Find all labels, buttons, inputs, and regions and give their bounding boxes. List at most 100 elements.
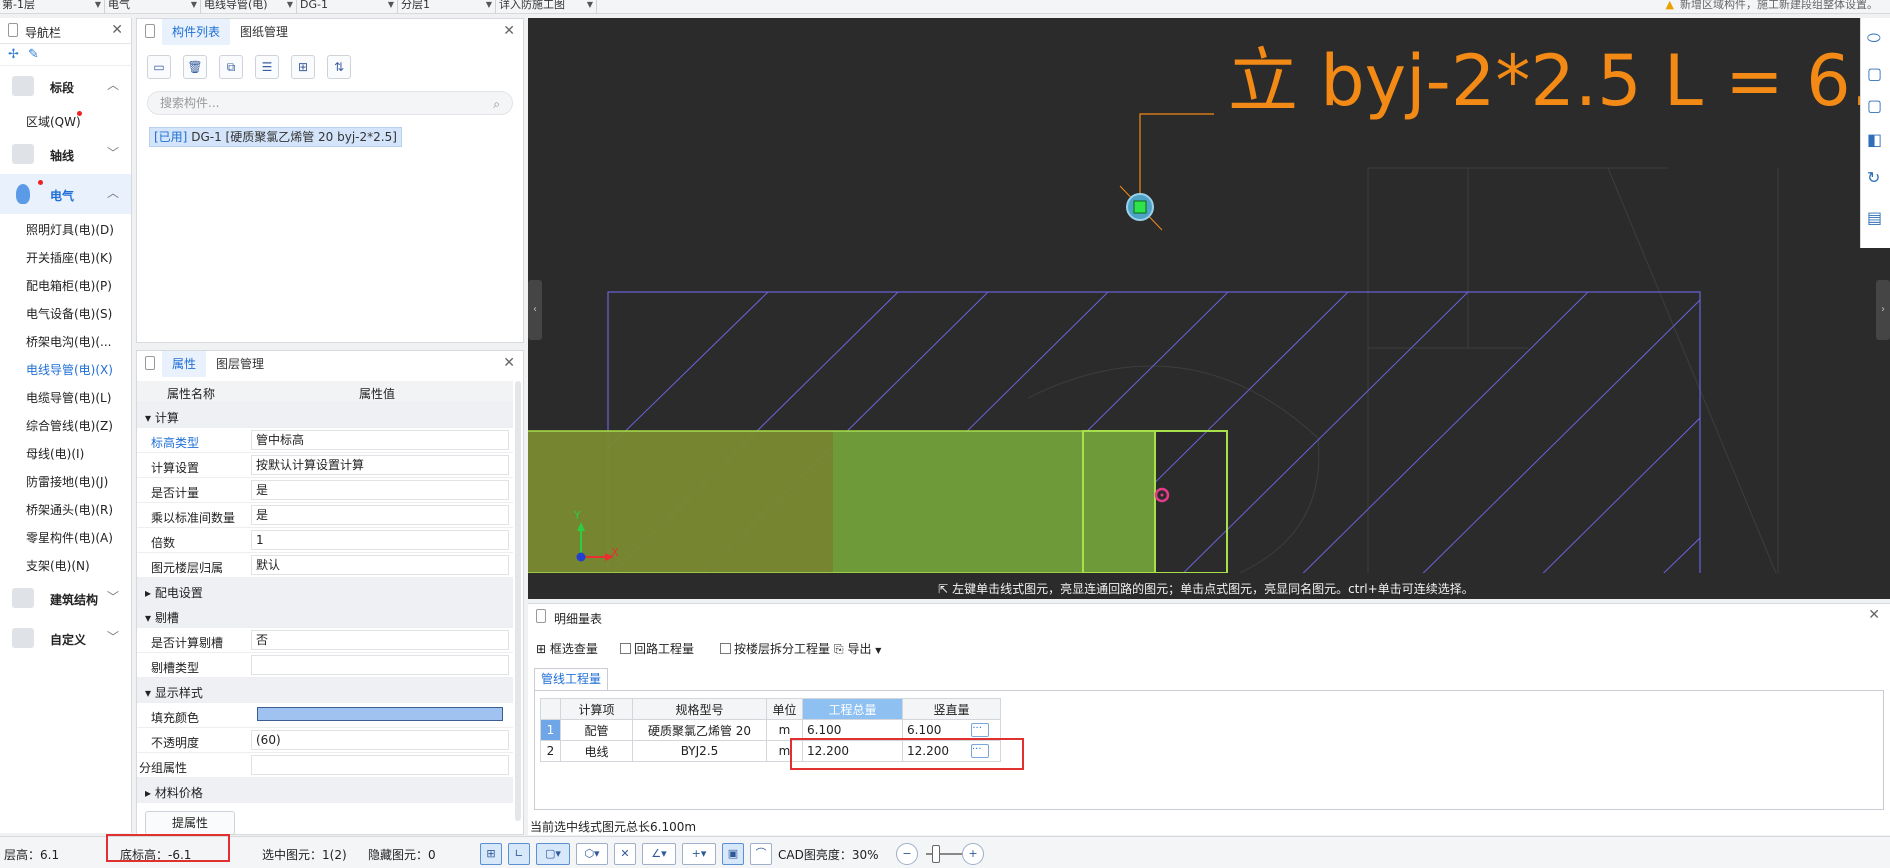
nav-item-tray-joint[interactable]: 桥架通头(电)(R) — [0, 494, 131, 522]
edit-icon[interactable]: ✎ — [28, 47, 39, 62]
extract-property-button[interactable]: 提属性 — [145, 811, 235, 835]
floor-select[interactable]: 第-1层 ▼ — [0, 0, 105, 13]
chevron-up-icon[interactable]: ︿ — [107, 184, 119, 201]
nav-item-bracket[interactable]: 支架(电)(N) — [0, 550, 131, 578]
nav-item-cable-conduit[interactable]: 电缆导管(电)(L) — [0, 382, 131, 410]
cube-view-icon[interactable]: ▢ — [1867, 96, 1882, 115]
pin-icon[interactable] — [8, 23, 18, 37]
property-group-calc[interactable]: ▾ 计算 — [137, 403, 513, 428]
nav-group-structure[interactable]: 建筑结构 ﹀ — [0, 578, 131, 618]
close-icon[interactable]: ✕ — [503, 355, 515, 371]
view-2d-icon[interactable]: ⬭ — [1867, 28, 1881, 48]
chevron-down-icon[interactable]: ﹀ — [107, 144, 119, 161]
property-value-field[interactable]: 否 — [251, 630, 509, 650]
close-icon[interactable]: ✕ — [111, 22, 123, 38]
chevron-down-icon[interactable]: ﹀ — [107, 628, 119, 645]
list-icon[interactable]: ☰ — [255, 55, 279, 79]
tab-property[interactable]: 属性 — [162, 351, 207, 377]
snap-mode-icon[interactable]: ▢▾ — [536, 843, 570, 865]
property-value-field[interactable]: 是 — [251, 480, 509, 500]
close-icon[interactable]: ✕ — [1868, 607, 1880, 623]
property-group-material[interactable]: ▸ 材料价格 — [137, 778, 513, 803]
pipe-segment-outline[interactable] — [1154, 430, 1228, 574]
more-icon[interactable]: ··· — [971, 723, 990, 738]
property-group-distribution[interactable]: ▸ 配电设置 — [137, 578, 513, 603]
nav-group-section[interactable]: 标段 ︿ — [0, 66, 131, 106]
pin-icon[interactable] — [145, 24, 155, 38]
close-icon[interactable]: ✕ — [503, 23, 515, 39]
copy-icon[interactable]: ⧉ — [219, 55, 243, 79]
rotate-icon[interactable]: ↻ — [1867, 168, 1880, 187]
property-value-field[interactable] — [251, 655, 509, 675]
snap-grid-icon[interactable]: ⊞ — [480, 843, 502, 865]
export-button[interactable]: ⎘ 导出 ▼ — [834, 640, 881, 657]
nav-item-combined[interactable]: 综合管线(电)(Z) — [0, 410, 131, 438]
nav-item-tray[interactable]: 桥架电沟(电)(... — [0, 326, 131, 354]
pipe-segment[interactable] — [1082, 430, 1156, 574]
search-input[interactable]: 搜索构件... ⌕ — [147, 91, 513, 115]
nav-item-device[interactable]: 电气设备(电)(S) — [0, 298, 131, 326]
property-group-display[interactable]: ▾ 显示样式 — [137, 678, 513, 703]
new-component-icon[interactable]: ▭ — [147, 55, 171, 79]
property-value-field[interactable]: 1 — [251, 530, 509, 550]
col-total[interactable]: 工程总量 — [802, 698, 903, 720]
view-3d-icon[interactable]: ▢ — [1867, 64, 1882, 83]
delete-icon[interactable]: 🗑 — [183, 55, 207, 79]
nav-item-misc[interactable]: 零星构件(电)(A) — [0, 522, 131, 550]
cross-icon[interactable]: ✕ — [614, 843, 636, 865]
search-icon[interactable]: ⌕ — [493, 93, 500, 115]
nav-item-switch[interactable]: 开关插座(电)(K) — [0, 242, 131, 270]
zoom-out-icon[interactable]: − — [896, 843, 918, 865]
nav-item-grounding[interactable]: 防雷接地(电)(J) — [0, 466, 131, 494]
tab-pipe-quantity[interactable]: 管线工程量 — [534, 668, 609, 690]
tab-drawing-manage[interactable]: 图纸管理 — [230, 19, 298, 45]
by-floor-checkbox[interactable]: 按楼层拆分工程量 — [720, 640, 830, 657]
nav-item-lighting[interactable]: 照明灯具(电)(D) — [0, 214, 131, 242]
curve-icon[interactable]: ⌒ — [750, 843, 772, 865]
nav-item-busbar[interactable]: 母线(电)(I) — [0, 438, 131, 466]
nav-group-axis[interactable]: 轴线 ﹀ — [0, 134, 131, 174]
pin-icon[interactable] — [536, 609, 546, 623]
brightness-slider-knob[interactable] — [932, 845, 940, 863]
tab-layer-manage[interactable]: 图层管理 — [206, 351, 274, 377]
drawing-select[interactable]: 详入防施工图 ▼ — [497, 0, 597, 13]
property-value-field[interactable]: 默认 — [251, 555, 509, 575]
property-value-field[interactable]: 管中标高 — [251, 430, 509, 450]
component-item[interactable]: [已用] DG-1 [硬质聚氯乙烯管 20 byj-2*2.5] — [149, 127, 402, 147]
nav-item-panel[interactable]: 配电箱柜(电)(P) — [0, 270, 131, 298]
property-value-field[interactable]: 是 — [251, 505, 509, 525]
nav-item-region[interactable]: 区域(QW) — [0, 106, 131, 134]
layer-copy-icon[interactable]: ⊞ — [291, 55, 315, 79]
object-snap-icon[interactable]: ⬡▾ — [576, 843, 608, 865]
nav-group-electric[interactable]: 电气 ︿ — [0, 174, 131, 214]
fill-color-swatch[interactable] — [257, 707, 503, 721]
property-group-groove[interactable]: ▾ 剔槽 — [137, 603, 513, 628]
drawing-canvas[interactable]: Y X 立 byj-2*2.5 L = 6.1 ⇱ 左键单击线式图元，亮显连通回路… — [528, 18, 1890, 599]
chevron-up-icon[interactable]: ︿ — [107, 76, 119, 93]
pin-icon[interactable] — [145, 356, 155, 370]
box-select-button[interactable]: ⊞ 框选查量 — [536, 640, 598, 657]
property-value-field[interactable]: 按默认计算设置计算 — [251, 455, 509, 475]
ortho-icon[interactable]: ∟ — [508, 843, 530, 865]
component-select[interactable]: DG-1 ▼ — [298, 0, 398, 13]
property-value-field[interactable] — [251, 755, 509, 775]
zoom-in-icon[interactable]: + — [962, 843, 984, 865]
loop-checkbox[interactable]: 回路工程量 — [620, 640, 694, 657]
chevron-down-icon[interactable]: ﹀ — [107, 588, 119, 605]
nav-item-wire-conduit[interactable]: 电线导管(电)(X) — [0, 354, 131, 382]
tab-component-list[interactable]: 构件列表 — [162, 19, 231, 45]
property-value-field[interactable]: (60) — [251, 730, 509, 750]
dimension-icon[interactable]: +▾ — [682, 843, 716, 865]
nav-group-custom[interactable]: 自定义 ﹀ — [0, 618, 131, 658]
property-scrollbar[interactable] — [515, 381, 521, 821]
add-icon[interactable]: ✢ — [8, 47, 19, 62]
type-select[interactable]: 电线导管(电) ▼ — [202, 0, 297, 13]
sort-icon[interactable]: ⇅ — [327, 55, 351, 79]
cube-front-icon[interactable]: ◧ — [1867, 130, 1882, 149]
collapse-right-handle[interactable]: › — [1876, 280, 1890, 340]
angle-icon[interactable]: ∠▾ — [642, 843, 676, 865]
collapse-left-handle[interactable]: ‹ — [528, 280, 542, 340]
discipline-select[interactable]: 电气 ▼ — [106, 0, 201, 13]
display-toggle-icon[interactable]: ▣ — [722, 843, 744, 865]
display-settings-icon[interactable]: ▤ — [1867, 208, 1882, 227]
